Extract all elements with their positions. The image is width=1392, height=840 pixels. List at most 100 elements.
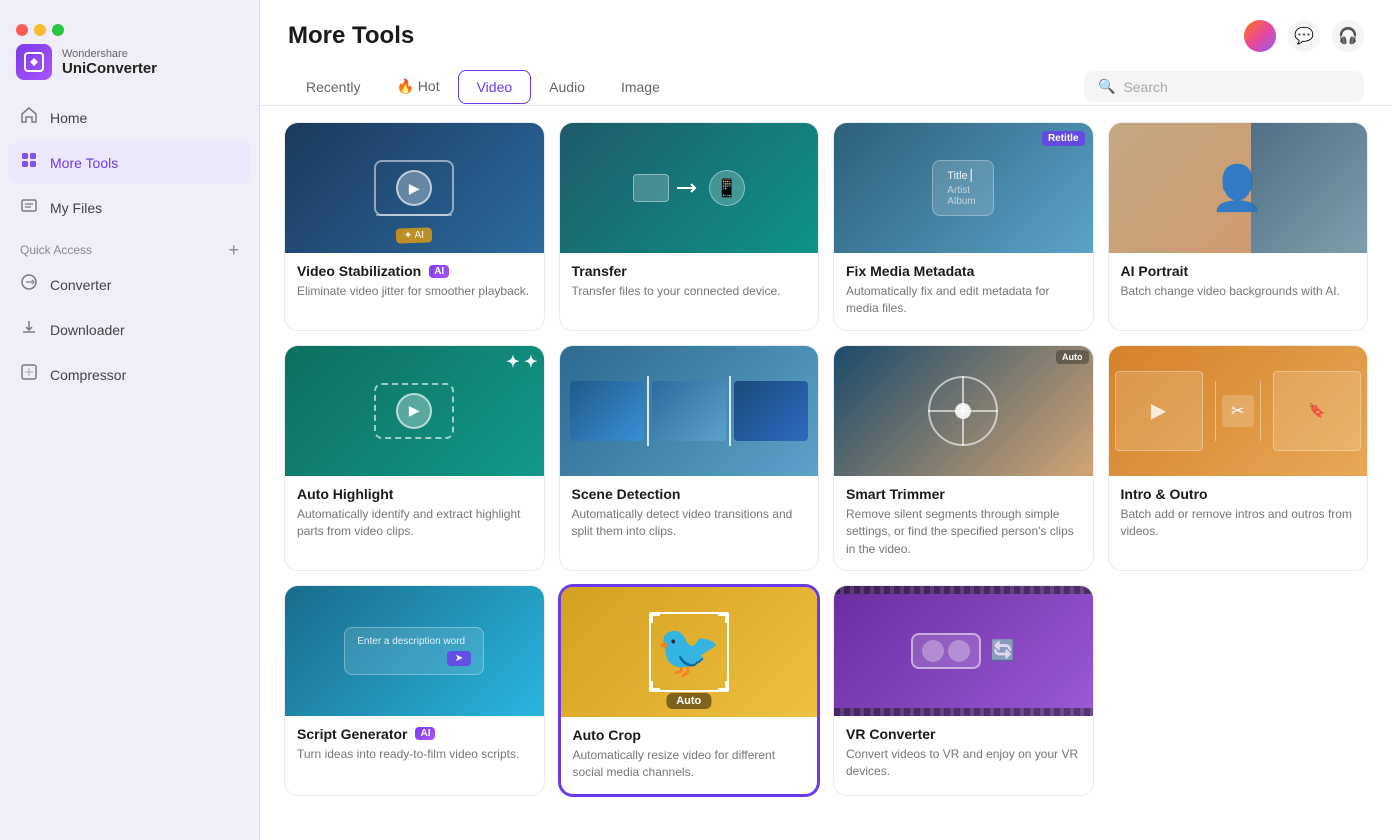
tool-desc-fix-media-metadata: Automatically fix and edit metadata for … (846, 283, 1081, 318)
tool-card-transfer[interactable]: 📱 Transfer Transfer files to your connec… (559, 122, 820, 331)
tool-title-intro-outro: Intro & Outro (1121, 486, 1356, 502)
quick-access-section: Quick Access + (0, 229, 259, 263)
tool-body-script-generator: Script Generator AI Turn ideas into read… (285, 716, 544, 775)
app-title-label: UniConverter (62, 60, 157, 77)
maximize-button[interactable] (52, 24, 64, 36)
tool-thumb-auto-highlight: ▶ ✦ ✦ (285, 346, 544, 476)
tool-title-smart-trimmer: Smart Trimmer (846, 486, 1081, 502)
tool-desc-smart-trimmer: Remove silent segments through simple se… (846, 506, 1081, 558)
tools-grid: ▶ ✦ AI Video Stabilization AI Eliminate … (284, 122, 1368, 796)
more-tools-icon (20, 151, 38, 174)
tool-body-ai-portrait: AI Portrait Batch change video backgroun… (1109, 253, 1368, 312)
play-icon: ▶ (396, 393, 432, 429)
page-title: More Tools (288, 22, 414, 50)
sidebar-item-label: Home (50, 110, 87, 126)
quick-access-label: Quick Access (20, 243, 92, 257)
tool-card-intro-outro[interactable]: ▶ ✂ 🔖 Intro & Outro Batch add o (1108, 345, 1369, 571)
tool-thumb-video-stabilization: ▶ ✦ AI (285, 123, 544, 253)
tool-card-scene-detection[interactable]: Scene Detection Automatically detect vid… (559, 345, 820, 571)
tool-card-fix-media-metadata[interactable]: Title ▏ Artist Album Retitle Fix Media M… (833, 122, 1094, 331)
tool-thumb-smart-trimmer: Auto (834, 346, 1093, 476)
tool-desc-scene-detection: Automatically detect video transitions a… (572, 506, 807, 541)
tool-thumb-scene-detection (560, 346, 819, 476)
minimize-button[interactable] (34, 24, 46, 36)
page-title-row: More Tools 💬 🎧 (288, 20, 1364, 52)
tool-desc-auto-highlight: Automatically identify and extract highl… (297, 506, 532, 541)
tools-grid-container: ▶ ✦ AI Video Stabilization AI Eliminate … (260, 106, 1392, 840)
search-bar: 🔍 (1084, 71, 1364, 102)
tool-thumb-transfer: 📱 (560, 123, 819, 253)
sidebar-item-label: Downloader (50, 322, 125, 338)
close-button[interactable] (16, 24, 28, 36)
tool-title-ai-portrait: AI Portrait (1121, 263, 1356, 279)
tab-hot-label: Hot (418, 78, 440, 94)
compressor-icon (20, 363, 38, 386)
play-icon: ▶ (396, 170, 432, 206)
tool-body-auto-crop: Auto Crop Automatically resize video for… (561, 717, 818, 794)
sidebar: Wondershare UniConverter Home More T (0, 0, 260, 840)
headphones-button[interactable]: 🎧 (1332, 20, 1364, 52)
tool-desc-ai-portrait: Batch change video backgrounds with AI. (1121, 283, 1356, 300)
tab-audio[interactable]: Audio (531, 69, 603, 105)
tool-card-smart-trimmer[interactable]: Auto Smart Trimmer Remove silent segment… (833, 345, 1094, 571)
tool-title-scene-detection: Scene Detection (572, 486, 807, 502)
tool-card-auto-highlight[interactable]: ▶ ✦ ✦ Auto Highlight Automatically ident… (284, 345, 545, 571)
tab-audio-label: Audio (549, 79, 585, 95)
tab-video[interactable]: Video (458, 70, 532, 104)
tool-desc-script-generator: Turn ideas into ready-to-film video scri… (297, 746, 532, 763)
tool-thumb-auto-crop: 🐦 Auto (561, 587, 818, 717)
sidebar-item-label: Converter (50, 277, 111, 293)
sidebar-item-my-files[interactable]: My Files (8, 186, 251, 229)
tab-video-label: Video (477, 79, 513, 95)
app-logo (16, 44, 52, 80)
tool-title-video-stabilization: Video Stabilization AI (297, 263, 532, 279)
sidebar-item-converter[interactable]: Converter (8, 263, 251, 306)
tool-card-ai-portrait[interactable]: 👤 AI Portrait Batch change video backgro… (1108, 122, 1369, 331)
sidebar-item-compressor[interactable]: Compressor (8, 353, 251, 396)
tool-thumb-vr-converter: 🔄 (834, 586, 1093, 716)
sidebar-item-downloader[interactable]: Downloader (8, 308, 251, 351)
tool-desc-transfer: Transfer files to your connected device. (572, 283, 807, 300)
tool-body-smart-trimmer: Smart Trimmer Remove silent segments thr… (834, 476, 1093, 570)
tool-body-vr-converter: VR Converter Convert videos to VR and en… (834, 716, 1093, 793)
my-files-icon (20, 196, 38, 219)
traffic-lights (0, 16, 259, 40)
tool-body-transfer: Transfer Transfer files to your connecte… (560, 253, 819, 312)
sidebar-item-home[interactable]: Home (8, 96, 251, 139)
downloader-icon (20, 318, 38, 341)
tab-hot[interactable]: 🔥 Hot (378, 68, 457, 105)
tabs-row: Recently 🔥 Hot Video Audio Image 🔍 (288, 68, 1364, 105)
tab-image[interactable]: Image (603, 69, 678, 105)
sidebar-nav: Home More Tools My Files (0, 96, 259, 229)
chat-button[interactable]: 💬 (1288, 20, 1320, 52)
tool-title-transfer: Transfer (572, 263, 807, 279)
app-name: Wondershare UniConverter (62, 48, 157, 77)
tool-title-script-generator: Script Generator AI (297, 726, 532, 742)
main-header: More Tools 💬 🎧 Recently 🔥 Hot Video Audi… (260, 0, 1392, 105)
tool-desc-video-stabilization: Eliminate video jitter for smoother play… (297, 283, 532, 300)
tool-title-vr-converter: VR Converter (846, 726, 1081, 742)
user-avatar[interactable] (1244, 20, 1276, 52)
tool-title-auto-highlight: Auto Highlight (297, 486, 532, 502)
tool-desc-auto-crop: Automatically resize video for different… (573, 747, 806, 782)
header-icons: 💬 🎧 (1244, 20, 1364, 52)
tool-thumb-script-generator: Enter a description word ➤ (285, 586, 544, 716)
sidebar-item-more-tools[interactable]: More Tools (8, 141, 251, 184)
tool-thumb-ai-portrait: 👤 (1109, 123, 1368, 253)
tool-card-vr-converter[interactable]: 🔄 VR Converter Convert videos to VR and … (833, 585, 1094, 796)
tool-card-video-stabilization[interactable]: ▶ ✦ AI Video Stabilization AI Eliminate … (284, 122, 545, 331)
tab-hot-emoji: 🔥 (396, 78, 413, 94)
search-icon: 🔍 (1098, 78, 1115, 95)
tab-image-label: Image (621, 79, 660, 95)
quick-access-nav: Converter Downloader Compressor (0, 263, 259, 396)
tab-recently-label: Recently (306, 79, 360, 95)
sidebar-item-label: Compressor (50, 367, 126, 383)
quick-access-add-button[interactable]: + (228, 241, 239, 259)
tool-card-auto-crop[interactable]: 🐦 Auto Auto Crop Automatically r (559, 585, 820, 796)
sidebar-item-label: More Tools (50, 155, 118, 171)
search-input[interactable] (1123, 79, 1350, 95)
tool-body-intro-outro: Intro & Outro Batch add or remove intros… (1109, 476, 1368, 553)
tab-recently[interactable]: Recently (288, 69, 378, 105)
tool-card-script-generator[interactable]: Enter a description word ➤ Script Genera… (284, 585, 545, 796)
converter-icon (20, 273, 38, 296)
